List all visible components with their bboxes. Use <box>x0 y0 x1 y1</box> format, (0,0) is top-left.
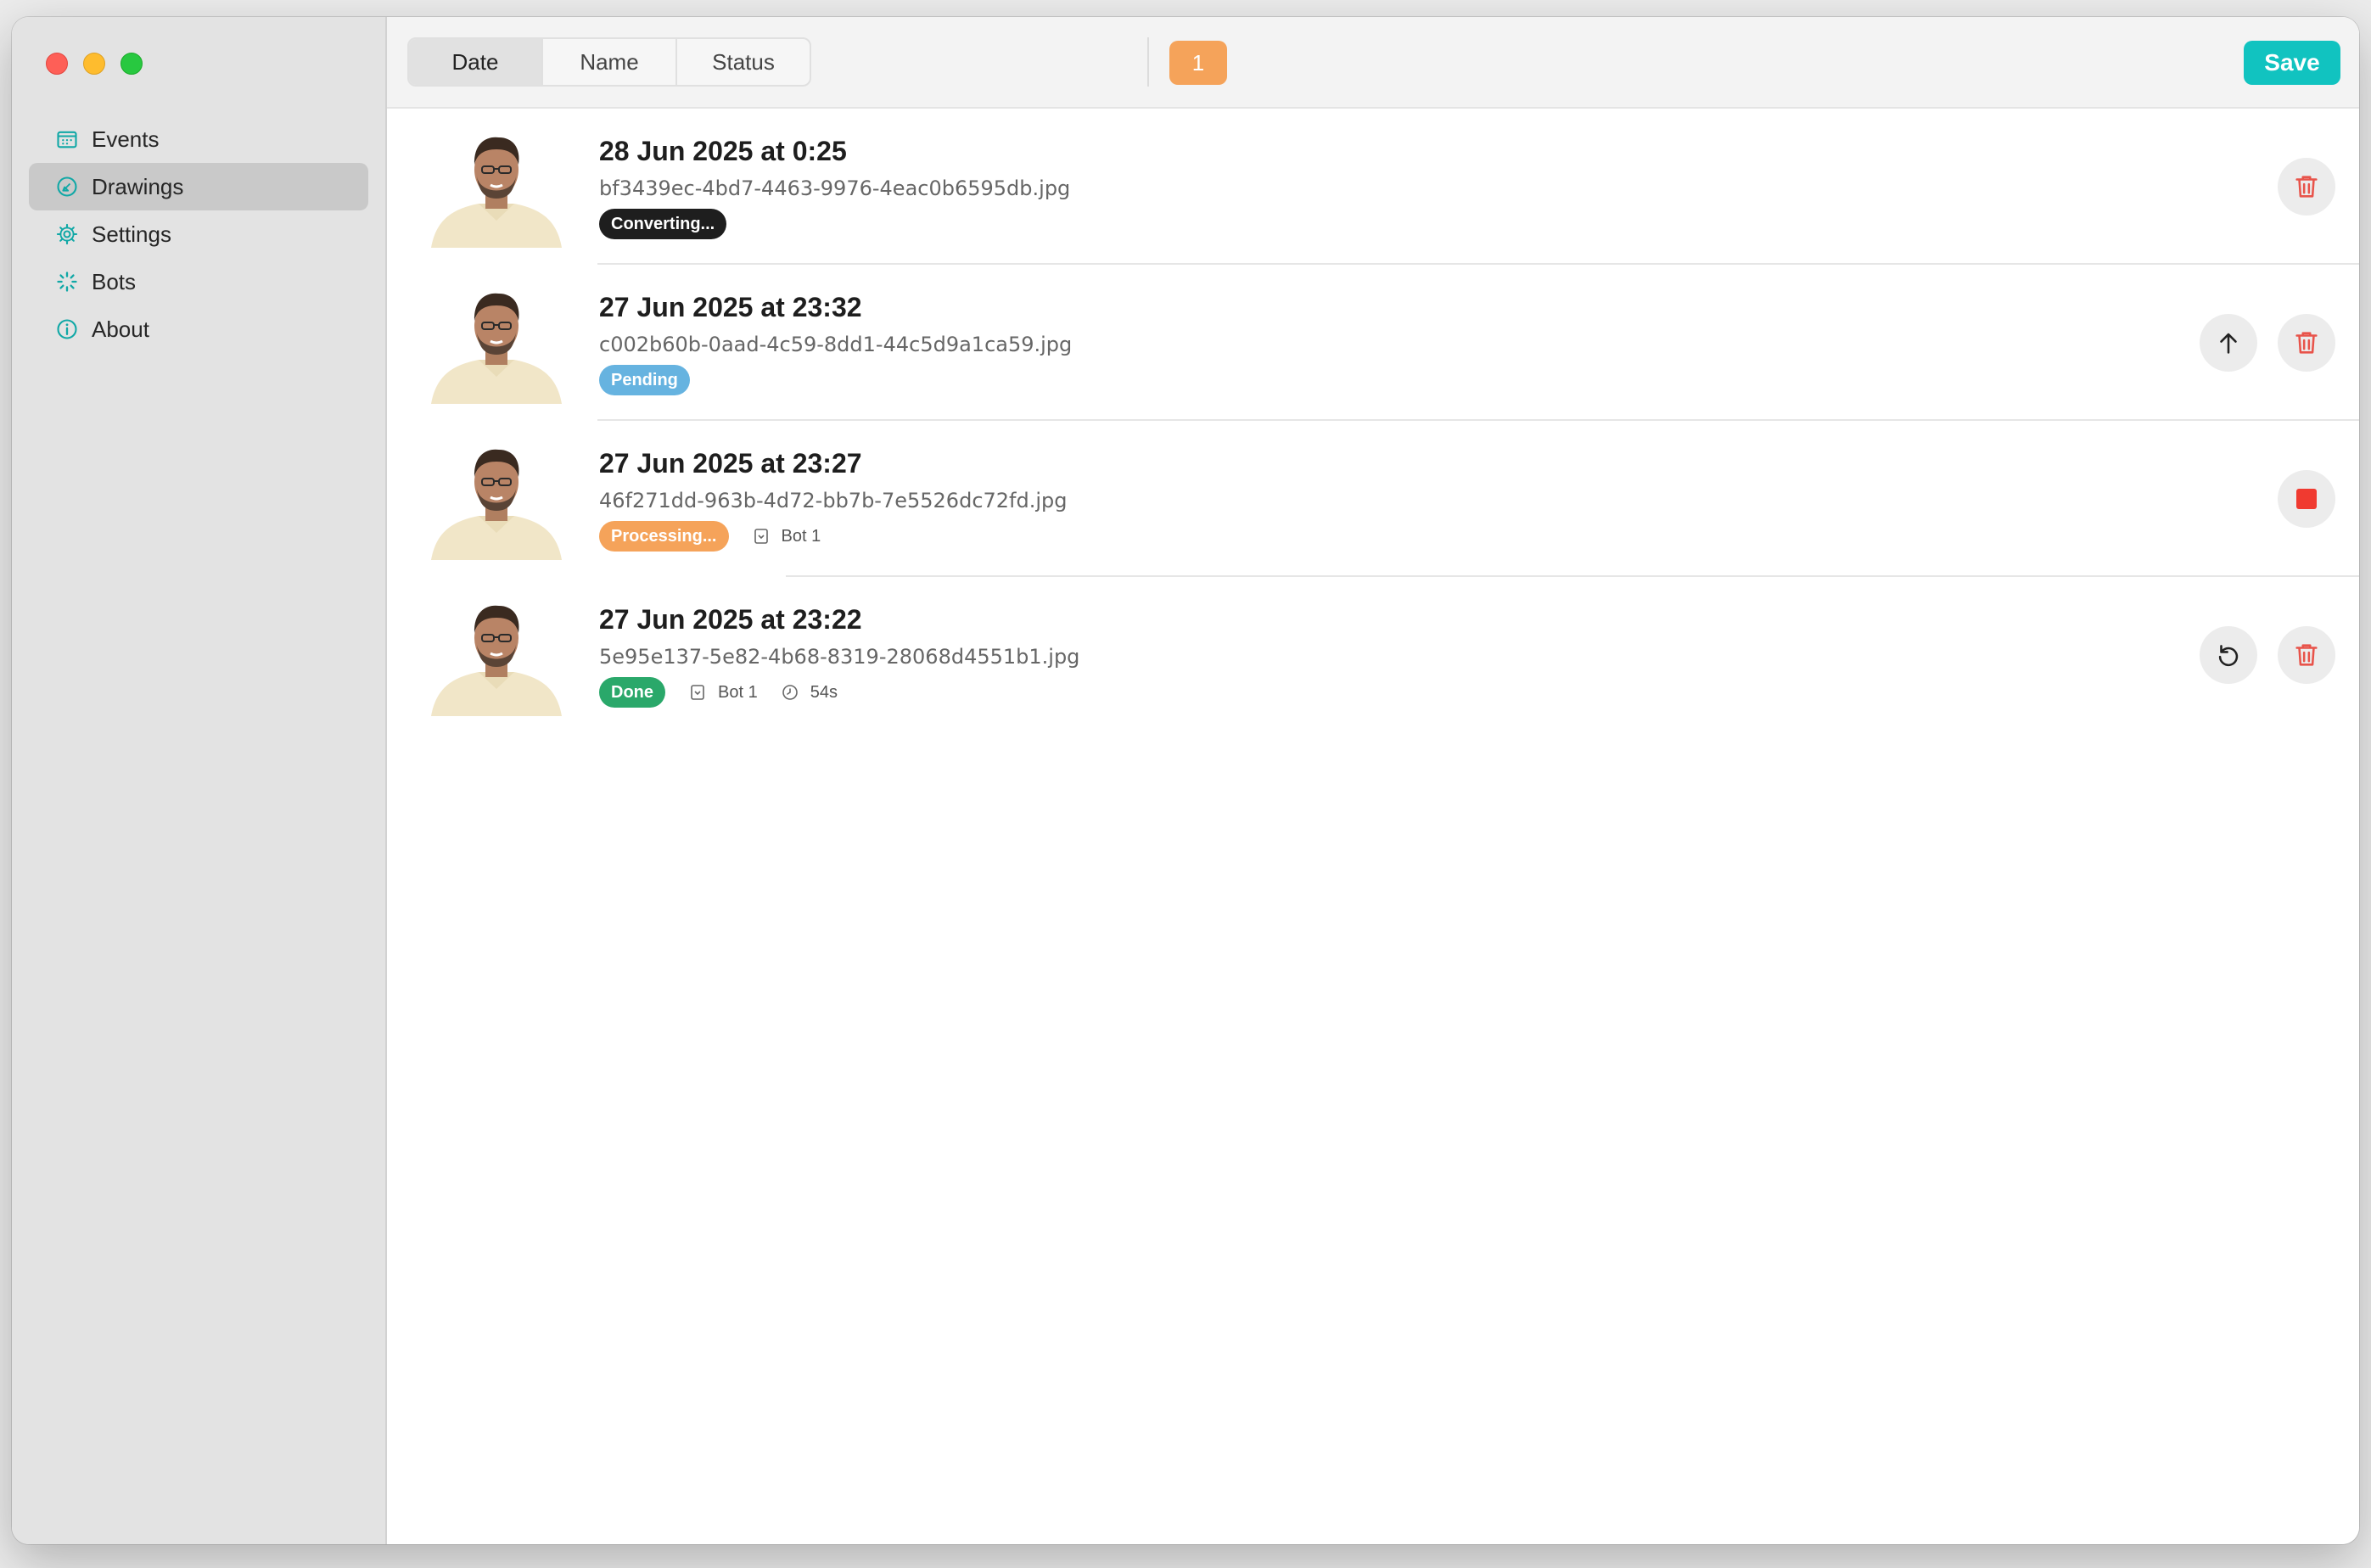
bot-icon <box>751 526 771 546</box>
stop-icon <box>2296 489 2317 509</box>
info-icon <box>54 316 80 342</box>
row-actions <box>2200 626 2335 684</box>
timer-icon <box>782 685 798 700</box>
drawing-date: 27 Jun 2025 at 23:27 <box>599 448 862 479</box>
calendar-icon <box>54 126 80 152</box>
sidebar-item-settings[interactable]: Settings <box>29 210 368 258</box>
sidebar-item-events[interactable]: Events <box>29 115 368 163</box>
trash-icon <box>2292 328 2321 357</box>
toolbar: Date Name Status 1 Save <box>387 17 2359 109</box>
retry-icon <box>2218 645 2239 667</box>
duration-info: 54s <box>780 682 838 703</box>
drawing-filename: 46f271dd-963b-4d72-bb7b-7e5526dc72fd.jpg <box>599 489 1068 512</box>
drawing-thumbnail <box>428 438 565 560</box>
arrow-up-icon <box>2220 333 2237 354</box>
bot-name: Bot 1 <box>718 682 758 702</box>
main-content: Date Name Status 1 Save 28 Jun 2025 at 0… <box>387 17 2359 1544</box>
window-controls <box>46 53 143 75</box>
sort-tab-name[interactable]: Name <box>543 39 677 85</box>
sidebar-item-drawings[interactable]: Drawings <box>29 163 368 210</box>
sidebar-item-label: Drawings <box>92 173 184 199</box>
trash-icon <box>2292 172 2321 201</box>
trash-icon <box>2292 641 2321 669</box>
sidebar-item-label: About <box>92 316 149 342</box>
status-badge: Converting... <box>599 209 727 239</box>
delete-button[interactable] <box>2278 158 2335 216</box>
row-actions <box>2278 470 2335 528</box>
duration-value: 54s <box>810 682 838 702</box>
sort-tab-date[interactable]: Date <box>409 39 543 85</box>
status-badge: Pending <box>599 365 690 395</box>
stop-button[interactable] <box>2278 470 2335 528</box>
drawing-icon <box>54 174 80 199</box>
queue-count-badge[interactable]: 1 <box>1169 41 1227 85</box>
sidebar-item-about[interactable]: About <box>29 305 368 353</box>
delete-button[interactable] <box>2278 626 2335 684</box>
list-item[interactable]: 28 Jun 2025 at 0:25 bf3439ec-4bd7-4463-9… <box>387 109 2359 265</box>
drawing-meta: Done Bot 1 54s <box>599 677 838 708</box>
toolbar-divider <box>1147 37 1149 87</box>
sidebar-item-label: Bots <box>92 268 137 294</box>
drawing-meta: Converting... <box>599 209 727 239</box>
sidebar-nav: Events Drawings Settings Bots About <box>29 115 368 353</box>
app-window: Events Drawings Settings Bots About Date… <box>12 17 2359 1544</box>
spinner-icon <box>54 269 80 294</box>
drawing-filename: c002b60b-0aad-4c59-8dd1-44c5d9a1ca59.jpg <box>599 333 1073 356</box>
row-actions <box>2200 314 2335 372</box>
drawing-thumbnail <box>428 282 565 404</box>
status-badge: Done <box>599 677 665 708</box>
drawing-filename: 5e95e137-5e82-4b68-8319-28068d4551b1.jpg <box>599 645 1080 669</box>
drawing-filename: bf3439ec-4bd7-4463-9976-4eac0b6595db.jpg <box>599 176 1071 200</box>
drawing-date: 27 Jun 2025 at 23:32 <box>599 292 862 322</box>
status-badge: Processing... <box>599 521 729 552</box>
delete-button[interactable] <box>2278 314 2335 372</box>
drawing-thumbnail <box>428 126 565 248</box>
bot-info: Bot 1 <box>687 682 758 703</box>
gear-icon <box>54 221 80 247</box>
drawing-date: 28 Jun 2025 at 0:25 <box>599 136 847 166</box>
sidebar-item-label: Settings <box>92 221 171 247</box>
sort-segmented-control: Date Name Status <box>407 37 811 87</box>
close-window-button[interactable] <box>46 53 68 75</box>
row-actions <box>2278 158 2335 216</box>
drawing-meta: Pending <box>599 365 690 395</box>
sort-tab-status[interactable]: Status <box>677 39 810 85</box>
save-button[interactable]: Save <box>2244 41 2340 85</box>
retry-button[interactable] <box>2200 626 2257 684</box>
bot-name: Bot 1 <box>781 526 821 546</box>
drawings-list: 28 Jun 2025 at 0:25 bf3439ec-4bd7-4463-9… <box>387 109 2359 733</box>
sidebar-item-label: Events <box>92 126 160 152</box>
list-item[interactable]: 27 Jun 2025 at 23:22 5e95e137-5e82-4b68-… <box>387 577 2359 733</box>
upload-button[interactable] <box>2200 314 2257 372</box>
minimize-window-button[interactable] <box>83 53 105 75</box>
zoom-window-button[interactable] <box>121 53 143 75</box>
drawing-date: 27 Jun 2025 at 23:22 <box>599 604 862 635</box>
drawing-meta: Processing... Bot 1 <box>599 521 821 552</box>
bot-icon <box>687 682 708 703</box>
sidebar-item-bots[interactable]: Bots <box>29 258 368 305</box>
sidebar: Events Drawings Settings Bots About <box>12 17 387 1544</box>
list-item[interactable]: 27 Jun 2025 at 23:32 c002b60b-0aad-4c59-… <box>387 265 2359 421</box>
bot-info: Bot 1 <box>751 526 821 546</box>
drawing-thumbnail <box>428 594 565 716</box>
list-item[interactable]: 27 Jun 2025 at 23:27 46f271dd-963b-4d72-… <box>387 421 2359 577</box>
